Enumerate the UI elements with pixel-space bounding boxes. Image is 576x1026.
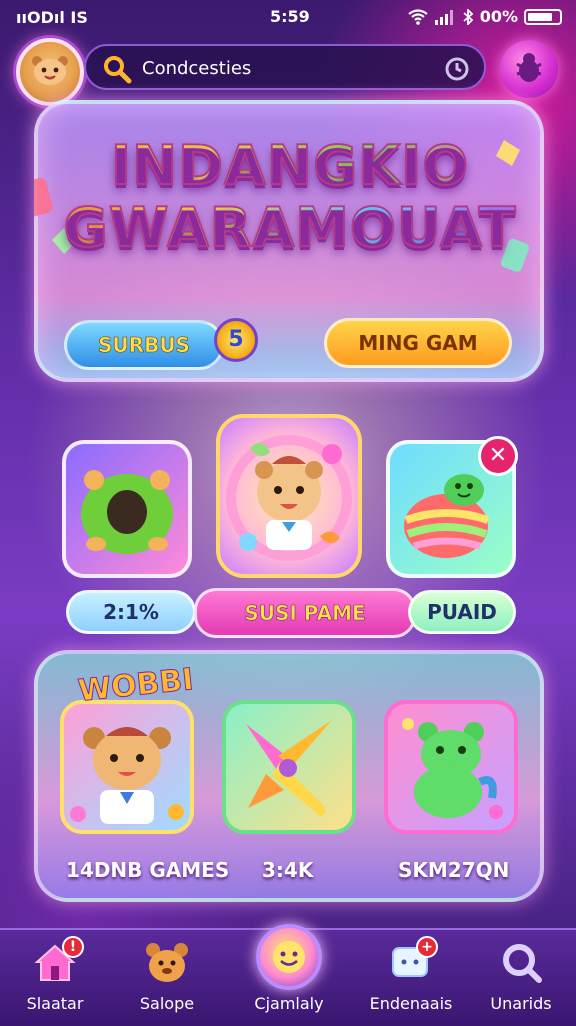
nav-item-center-label: Cjamlaly [234,928,344,1024]
signal-status-text: ııODıl IS [16,8,88,27]
status-bar: ııODıl IS 5:59 00% [0,0,576,34]
close-badge[interactable]: ✕ [478,436,518,476]
puaid-stat: PUAID [408,590,516,634]
bear-face-icon [32,56,68,85]
nav-label-chat: Endenaais [369,994,453,1013]
wifi-icon [408,8,428,25]
game-tile-monster[interactable] [62,440,192,578]
game-tile-bear-hero[interactable] [216,414,362,578]
game-title-line2: GWARAMOUAT [40,195,540,260]
chat-notification-badge: + [416,936,438,958]
ming-gam-button[interactable]: MING GAM [324,318,512,368]
caption-code: SKM27QN [398,858,510,882]
green-monster-icon [81,470,173,554]
close-icon: ✕ [488,443,508,468]
caption-games: 14DNB GAMES [66,858,230,882]
battery-percent: 00% [479,7,518,26]
coin-badge: 5 [214,318,258,362]
game-tile-bear-card[interactable] [60,700,194,834]
status-time: 5:59 [270,7,310,26]
bear-icon [146,943,188,982]
bluetooth-icon [463,8,474,25]
nav-item-chat[interactable]: + Endenaais [356,928,466,1024]
gummy-bear-icon [402,718,503,819]
candy-rocket-icon [246,720,332,816]
battery-icon [524,8,562,25]
bear-character-icon [226,435,352,561]
nav-label-search: Unarids [490,994,552,1013]
nav-label-center: Cjamlaly [254,994,324,1013]
magnifier-icon [503,944,542,983]
status-right-group: 00% [408,7,562,26]
nav-item-search[interactable]: Unarids [466,928,576,1024]
nav-item-bear[interactable]: Salope [112,928,222,1024]
bear-student-icon [70,727,184,824]
nav-item-home[interactable]: ! Slaatar [0,928,110,1024]
search-input-text[interactable]: Condcesties [142,58,251,79]
game-tile-candy-rocket[interactable] [222,700,356,834]
game-title-line1: INDANGKIO [40,133,540,198]
nav-label-home: Slaatar [26,994,84,1013]
signal-bars-icon [434,9,453,25]
history-icon[interactable] [444,56,470,82]
avatar[interactable] [16,38,84,106]
search-icon [104,56,132,84]
bug-icon [516,53,542,82]
nav-label-bear: Salope [139,994,195,1013]
surbus-button[interactable]: SURBUS [64,320,224,370]
susi-pame-button[interactable]: SUSI PAME [194,588,416,638]
game-tile-gummy-bear[interactable] [384,700,518,834]
caption-count: 3:4K [262,858,314,882]
percent-stat: 2:1% [66,590,196,634]
search-bar[interactable]: Condcesties [84,44,486,90]
bug-menu-button[interactable] [500,40,558,98]
home-notification-badge: ! [62,936,84,958]
